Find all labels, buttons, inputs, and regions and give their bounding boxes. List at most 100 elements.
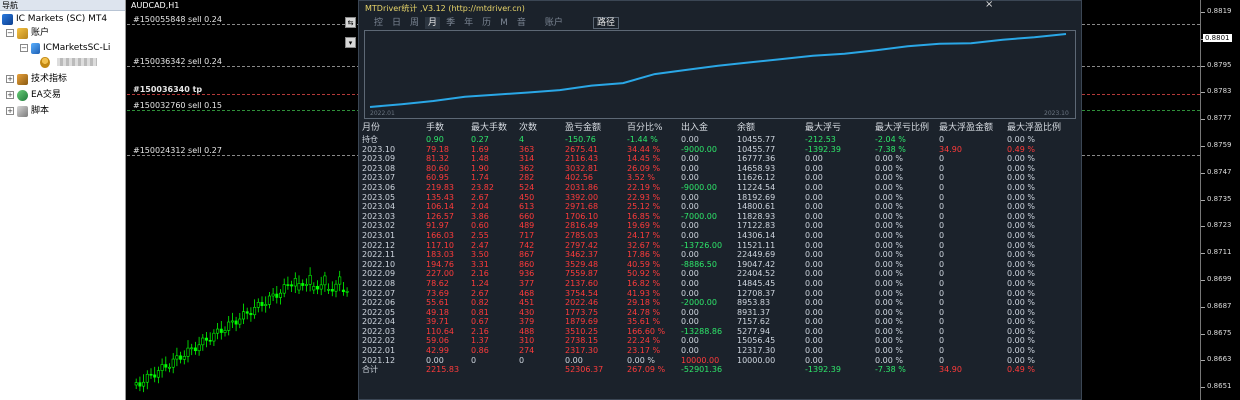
table-row[interactable]: 2023.08 80.60 1.90 362 3032.81 26.09 % 0.00 146… bbox=[359, 164, 1083, 174]
table-row[interactable]: 2022.01 42.99 0.86 274 2317.30 23.17 % 0.00 123… bbox=[359, 346, 1083, 356]
table-row[interactable]: 2022.09 227.00 2.16 936 7559.87 50.92 % 0.00 22… bbox=[359, 269, 1083, 279]
table-row[interactable]: 2023.09 81.32 1.48 314 2116.43 14.45 % 0.00 167… bbox=[359, 154, 1083, 164]
axis-label: 0.8795 bbox=[1207, 60, 1232, 69]
expand-icon[interactable]: + bbox=[6, 91, 14, 99]
column-header[interactable]: 百分比% bbox=[627, 122, 663, 135]
table-cell: 39.71 bbox=[426, 317, 449, 327]
collapse-icon[interactable]: − bbox=[6, 29, 14, 37]
table-row[interactable]: 2023.06 219.83 23.82 524 2031.86 22.19 % -9000… bbox=[359, 183, 1083, 193]
table-row[interactable]: 2023.10 79.18 1.69 363 2675.41 34.44 % -9000.0… bbox=[359, 145, 1083, 155]
column-header[interactable]: 最大浮盈比例 bbox=[1007, 122, 1061, 135]
nav-item-indicators[interactable]: + 技术指标 bbox=[6, 72, 67, 86]
table-cell: 0 bbox=[939, 336, 945, 346]
expand-icon[interactable]: + bbox=[6, 107, 14, 115]
candle-body bbox=[182, 356, 186, 360]
table-cell: 5277.94 bbox=[737, 326, 771, 336]
table-row[interactable]: 2022.08 78.62 1.24 377 2137.60 16.82 % 0.00 148… bbox=[359, 279, 1083, 289]
table-cell: 1.24 bbox=[471, 278, 489, 288]
period-tab[interactable]: M bbox=[497, 17, 511, 29]
table-cell: 0.00 % bbox=[1007, 336, 1035, 346]
table-header: 月份 手数 最大手数 次数 盈亏金额 百分比% 出入金 余额 最大浮亏 最大浮亏比例 最大浮盈金额 最… bbox=[359, 122, 1083, 135]
table-row[interactable]: 2021.12 0.00 0 0 0.00 0.00 % 10000.00 10000.00 0… bbox=[359, 356, 1083, 366]
table-row[interactable]: 2023.05 135.43 2.67 450 3392.00 22.93 % 0.00 18… bbox=[359, 193, 1083, 203]
table-cell: 10000.00 bbox=[681, 355, 720, 365]
table-cell: 0.00 % bbox=[1007, 154, 1035, 164]
nav-item-terminal[interactable]: IC Markets (SC) MT4 bbox=[2, 12, 107, 26]
nav-item-accounts[interactable]: − 账户 bbox=[6, 26, 49, 40]
nav-item-ea[interactable]: + EA交易 bbox=[6, 88, 61, 102]
candle-body bbox=[153, 374, 157, 378]
table-cell: 14658.93 bbox=[737, 163, 776, 173]
table-cell: 8931.37 bbox=[737, 307, 771, 317]
table-row[interactable]: 2022.06 55.61 0.82 451 2022.46 29.18 % -2000.0… bbox=[359, 298, 1083, 308]
table-cell: 0.00 bbox=[805, 278, 823, 288]
table-row[interactable]: 2023.07 60.95 1.74 282 402.56 3.52 % 0.00 11626… bbox=[359, 173, 1083, 183]
table-cell: 166.03 bbox=[426, 230, 454, 240]
candle-body bbox=[316, 286, 320, 290]
column-header[interactable]: 最大手数 bbox=[471, 122, 507, 135]
collapse-icon[interactable]: − bbox=[20, 44, 28, 52]
swap-icon[interactable]: ⇆ bbox=[345, 17, 356, 28]
table-row[interactable]: 2022.03 110.64 2.16 488 3510.25 166.60 % -1328… bbox=[359, 327, 1083, 337]
table-cell: 3.52 % bbox=[627, 173, 655, 183]
table-row[interactable]: 2022.07 73.69 2.67 468 3754.54 41.93 % 0.00 127… bbox=[359, 289, 1083, 299]
table-cell: 0.49 % bbox=[1007, 144, 1035, 154]
nav-item-scripts[interactable]: + 脚本 bbox=[6, 104, 49, 118]
table-row[interactable]: 2023.02 91.97 0.60 489 2816.49 19.69 % 0.00 171… bbox=[359, 221, 1083, 231]
period-tab[interactable]: 音 bbox=[514, 17, 529, 29]
column-header[interactable]: 最大浮亏 bbox=[805, 122, 841, 135]
table-cell: 0.00 % bbox=[1007, 298, 1035, 308]
price-axis[interactable]: 0.8819 0.8801 0.8795 0.8783 0.8777 0.8759 0.87… bbox=[1200, 0, 1240, 400]
period-tab[interactable]: 季 bbox=[443, 17, 458, 29]
nav-item-server[interactable]: − ICMarketsSC-Li bbox=[20, 41, 110, 55]
table-cell: 59.06 bbox=[426, 336, 449, 346]
table-cell: 11626.12 bbox=[737, 173, 776, 183]
ea-icon bbox=[17, 89, 28, 101]
table-cell: 183.03 bbox=[426, 250, 454, 260]
table-row[interactable]: 2022.11 183.03 3.50 867 3462.37 17.86 % 0.00 22… bbox=[359, 250, 1083, 260]
candle-body bbox=[160, 364, 164, 371]
table-row[interactable]: 2022.02 59.06 1.37 310 2738.15 22.24 % 0.00 150… bbox=[359, 336, 1083, 346]
column-header[interactable]: 出入金 bbox=[681, 122, 708, 135]
table-cell: 267.09 % bbox=[627, 365, 666, 375]
table-cell: 0.00 bbox=[681, 288, 699, 298]
table-row[interactable]: 2022.05 49.18 0.81 430 1773.75 24.78 % 0.00 893… bbox=[359, 308, 1083, 318]
period-tab[interactable]: 周 bbox=[407, 17, 422, 29]
table-row[interactable]: 2023.01 166.03 2.55 717 2785.03 24.17 % 0.00 14… bbox=[359, 231, 1083, 241]
period-tab[interactable]: 控 bbox=[371, 17, 386, 29]
table-cell: 2022.04 bbox=[362, 317, 396, 327]
table-cell: 0.00 % bbox=[1007, 202, 1035, 212]
table-cell: 0.00 % bbox=[875, 211, 903, 221]
table-row[interactable]: 2022.04 39.71 0.67 379 1879.69 35.61 % 0.00 715… bbox=[359, 317, 1083, 327]
dropdown-icon[interactable]: ▾ bbox=[345, 37, 356, 48]
table-row[interactable]: 持仓 0.90 0.27 4 -150.76 -1.44 % 0.00 10455.77 -21… bbox=[359, 135, 1083, 145]
table-cell: 0.00 % bbox=[875, 326, 903, 336]
close-icon[interactable]: × bbox=[985, 0, 995, 10]
table-row[interactable]: 2023.04 106.14 2.04 613 2971.68 25.12 % 0.00 14… bbox=[359, 202, 1083, 212]
table-row[interactable]: 合计 2215.83 52306.37 267.09 % -52901.36 -1392.… bbox=[359, 365, 1083, 375]
period-tab[interactable]: 月 bbox=[425, 17, 441, 29]
column-header[interactable]: 次数 bbox=[519, 122, 537, 135]
column-header[interactable]: 最大浮亏比例 bbox=[875, 122, 929, 135]
table-row[interactable]: 2022.10 194.76 3.31 860 3529.48 40.59 % -8886.… bbox=[359, 260, 1083, 270]
period-tab[interactable]: 日 bbox=[389, 17, 404, 29]
table-row[interactable]: 2022.12 117.10 2.47 742 2797.42 32.67 % -13726… bbox=[359, 241, 1083, 251]
table-cell: 2031.86 bbox=[565, 182, 599, 192]
candle-body bbox=[234, 320, 238, 325]
table-cell: 0 bbox=[939, 163, 945, 173]
path-button[interactable]: 路径 bbox=[593, 17, 620, 29]
table-cell: 450 bbox=[519, 192, 535, 202]
column-header[interactable]: 手数 bbox=[426, 122, 444, 135]
column-header[interactable]: 月份 bbox=[362, 122, 380, 135]
column-header[interactable]: 最大浮盈金额 bbox=[939, 122, 993, 135]
period-tab[interactable]: 年 bbox=[461, 17, 476, 29]
table-cell: 3.50 bbox=[471, 250, 489, 260]
period-tab[interactable]: 账户 bbox=[542, 17, 566, 29]
period-tab[interactable]: 历 bbox=[479, 17, 494, 29]
column-header[interactable]: 盈亏金额 bbox=[565, 122, 601, 135]
column-header[interactable]: 余额 bbox=[737, 122, 755, 135]
nav-item-user[interactable] bbox=[40, 55, 97, 69]
table-row[interactable]: 2023.03 126.57 3.86 660 1706.10 16.85 % -7000.… bbox=[359, 212, 1083, 222]
table-cell: 10000.00 bbox=[737, 355, 776, 365]
expand-icon[interactable]: + bbox=[6, 75, 14, 83]
